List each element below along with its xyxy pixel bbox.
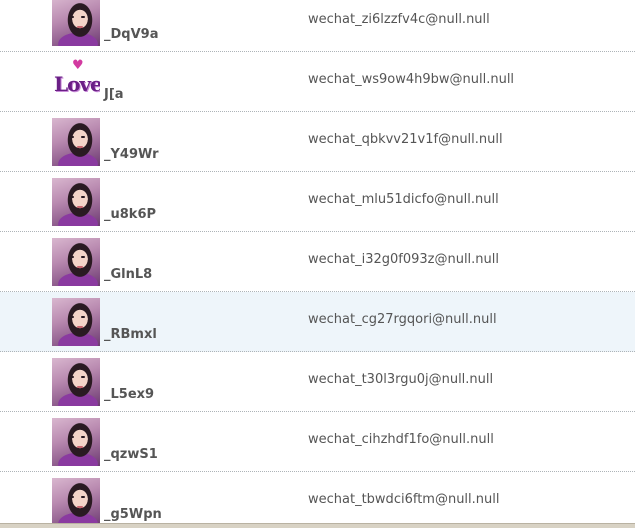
contact-email: wechat_qbkvv21v1f@null.null xyxy=(308,132,503,147)
contact-name[interactable]: J[a xyxy=(104,87,124,102)
contact-list: _DqV9a wechat_zi6lzzfv4c@null.null ♥ Lov… xyxy=(0,0,635,528)
contact-email: wechat_cg27rgqori@null.null xyxy=(308,312,497,327)
avatar-love-text: Love xyxy=(54,72,100,96)
contact-name[interactable]: _g5Wpn xyxy=(104,507,162,522)
contact-name[interactable]: _Y49Wr xyxy=(104,147,159,162)
contact-row[interactable]: _qzwS1 wechat_cihzhdf1fo@null.null xyxy=(0,412,635,472)
contact-avatar[interactable]: ♥ Love xyxy=(52,58,100,106)
heart-icon: ♥ xyxy=(72,58,84,73)
contact-avatar[interactable] xyxy=(52,238,100,286)
contact-email: wechat_zi6lzzfv4c@null.null xyxy=(308,12,490,27)
contact-row[interactable]: _g5Wpn wechat_tbwdci6ftm@null.null xyxy=(0,472,635,528)
contact-name[interactable]: _qzwS1 xyxy=(104,447,158,462)
contact-row[interactable]: _L5ex9 wechat_t30l3rgu0j@null.null xyxy=(0,352,635,412)
contact-email: wechat_t30l3rgu0j@null.null xyxy=(308,372,494,387)
list-bottom-edge xyxy=(0,523,635,528)
contact-email: wechat_i32g0f093z@null.null xyxy=(308,252,500,267)
contact-avatar[interactable] xyxy=(52,178,100,226)
contact-row-highlighted[interactable]: _RBmxl wechat_cg27rgqori@null.null xyxy=(0,292,635,352)
contact-name[interactable]: _u8k6P xyxy=(104,207,156,222)
contact-name[interactable]: _L5ex9 xyxy=(104,387,154,402)
contact-avatar[interactable] xyxy=(52,118,100,166)
contact-list-page: _DqV9a wechat_zi6lzzfv4c@null.null ♥ Lov… xyxy=(0,0,635,528)
contact-row[interactable]: _Y49Wr wechat_qbkvv21v1f@null.null xyxy=(0,112,635,172)
contact-email: wechat_cihzhdf1fo@null.null xyxy=(308,432,494,447)
contact-avatar[interactable] xyxy=(52,0,100,46)
contact-avatar[interactable] xyxy=(52,478,100,526)
contact-name[interactable]: _RBmxl xyxy=(104,327,157,342)
contact-name[interactable]: _GlnL8 xyxy=(104,267,152,282)
contact-avatar[interactable] xyxy=(52,298,100,346)
contact-row[interactable]: _u8k6P wechat_mlu51dicfo@null.null xyxy=(0,172,635,232)
contact-avatar[interactable] xyxy=(52,358,100,406)
contact-row[interactable]: ♥ Love J[a wechat_ws9ow4h9bw@null.null xyxy=(0,52,635,112)
contact-avatar[interactable] xyxy=(52,418,100,466)
contact-email: wechat_ws9ow4h9bw@null.null xyxy=(308,72,515,87)
contact-row[interactable]: _DqV9a wechat_zi6lzzfv4c@null.null xyxy=(0,0,635,52)
contact-email: wechat_tbwdci6ftm@null.null xyxy=(308,492,500,507)
contact-name[interactable]: _DqV9a xyxy=(104,27,158,42)
contact-email: wechat_mlu51dicfo@null.null xyxy=(308,192,499,207)
contact-row[interactable]: _GlnL8 wechat_i32g0f093z@null.null xyxy=(0,232,635,292)
